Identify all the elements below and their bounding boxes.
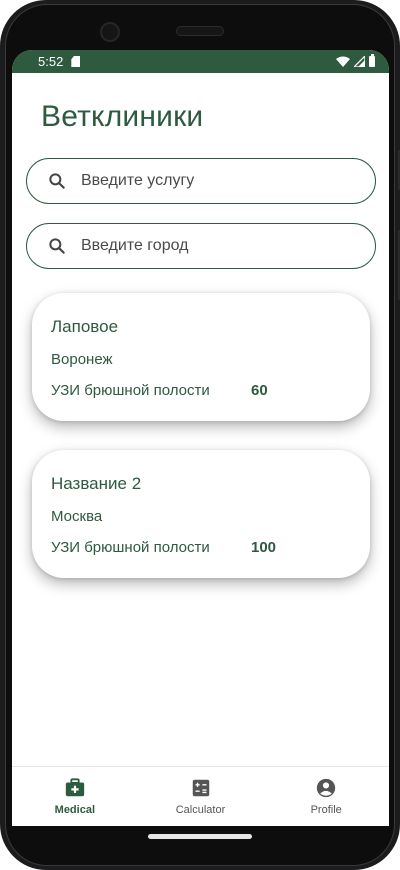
bottom-navigation: Medical Calculator Profile [12,766,389,826]
clinic-name: Название 2 [51,474,142,493]
clinic-card[interactable]: Название 2 Москва УЗИ брюшной полости 10… [32,450,370,578]
cell-signal-icon [354,56,365,67]
sd-card-icon [71,56,81,67]
nav-label-calculator: Calculator [175,804,226,816]
app-screen: 5:52 Ветклиники Введите услугу Введите г… [12,50,389,826]
search-icon [49,173,65,189]
account-circle-icon [317,778,336,798]
nav-item-medical[interactable]: Medical [12,767,138,826]
clinic-city: Воронеж [51,351,113,368]
clinic-name: Лаповое [51,317,119,336]
home-indicator[interactable] [148,834,252,839]
city-search-placeholder: Введите город [81,237,189,254]
clinic-service: УЗИ брюшной полости [51,382,210,399]
front-camera [100,22,120,42]
nav-item-calculator[interactable]: Calculator [138,767,264,826]
earpiece-speaker [176,26,224,36]
status-time: 5:52 [38,54,64,69]
status-bar: 5:52 [12,50,389,73]
wifi-icon [336,56,350,67]
page-title: Ветклиники [41,100,204,133]
clinic-service: УЗИ брюшной полости [51,539,210,556]
phone-frame: 5:52 Ветклиники Введите услугу Введите г… [0,0,400,870]
calculator-icon [192,779,209,797]
nav-label-profile: Profile [310,804,342,816]
nav-label-medical: Medical [54,804,96,816]
clinic-price: 60 [251,382,268,399]
clinic-card[interactable]: Лаповое Воронеж УЗИ брюшной полости 60 [32,293,370,421]
service-search-placeholder: Введите услугу [81,172,195,189]
search-icon [49,238,65,254]
service-search-input[interactable]: Введите услугу [26,158,376,204]
city-search-input[interactable]: Введите город [26,223,376,269]
clinic-city: Москва [51,508,103,525]
battery-icon [369,54,375,67]
clinic-price: 100 [251,539,277,556]
medical-kit-icon [65,778,84,797]
nav-item-profile[interactable]: Profile [263,767,389,826]
